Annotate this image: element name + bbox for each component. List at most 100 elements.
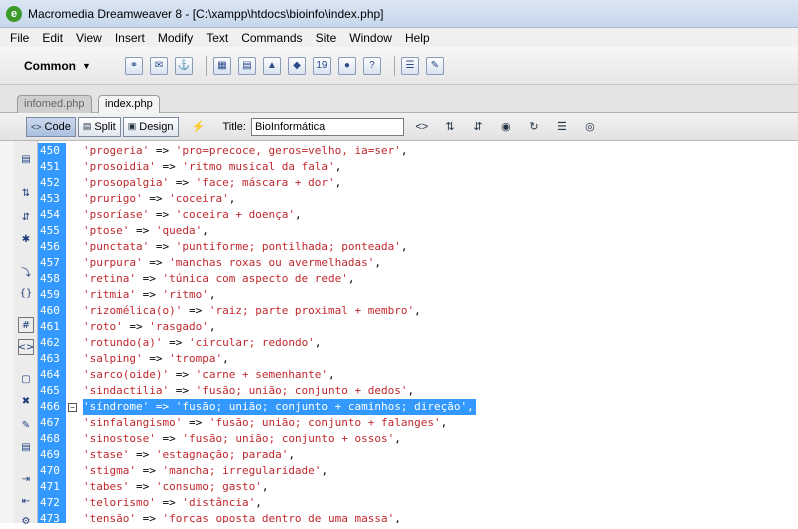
chevron-down-icon[interactable]: ▼ (82, 61, 91, 71)
insert-bar: Common ▼ ⚭ ✉ ⚓ ▦ ▤ ▲ ◆ 19 ● ? ☰ ✎ (0, 47, 798, 85)
menu-modify[interactable]: Modify (158, 31, 193, 45)
collapse-icon[interactable]: − (68, 403, 77, 412)
no-browser-check-errors-icon[interactable]: <> (412, 118, 432, 136)
file-management-icon[interactable]: ⇅ (440, 118, 460, 136)
date-icon[interactable]: 19 (312, 56, 331, 75)
code-text: 'salping' => 'trompa', (83, 351, 229, 367)
menu-window[interactable]: Window (349, 31, 392, 45)
layer-icon[interactable]: ▤ (237, 56, 256, 75)
menu-edit[interactable]: Edit (42, 31, 63, 45)
code-line[interactable]: 459 'ritmia' => 'ritmo', (38, 287, 798, 303)
menu-site[interactable]: Site (316, 31, 337, 45)
templates-icon[interactable]: ☰ (400, 56, 419, 75)
code-line[interactable]: 465 'sindactilia' => 'fusão; união; conju… (38, 383, 798, 399)
document-tab-strip: infomed.php index.php (0, 85, 798, 113)
code-line[interactable]: 462 'rotundo(a)' => 'circular; redondo', (38, 335, 798, 351)
tab-infomed[interactable]: infomed.php (17, 95, 92, 113)
wrap-tag-icon[interactable]: ✎ (18, 417, 34, 433)
code-text: 'sinostose' => 'fusão; união; conjunto +… (83, 431, 401, 447)
array-key: 'prosoidia' (83, 160, 156, 173)
code-text: 'sinfalangismo' => 'fusão; união; conjun… (83, 415, 447, 431)
select-parent-tag-icon[interactable]: ⤵ (18, 263, 34, 279)
comma: , (440, 416, 448, 429)
array-value: 'queda' (155, 224, 203, 237)
code-line[interactable]: 458 'retina' => 'túnica com aspecto de re… (38, 271, 798, 287)
code-line[interactable]: 472 'telorismo' => 'distância', (38, 495, 798, 511)
open-documents-icon[interactable]: ▤ (18, 151, 34, 167)
code-line[interactable]: 454 'psoríase' => 'coceira + doença', (38, 207, 798, 223)
code-line[interactable]: 468 'sinostose' => 'fusão; união; conjunt… (38, 431, 798, 447)
menu-view[interactable]: View (76, 31, 102, 45)
apply-comment-icon[interactable]: ▢ (18, 371, 34, 387)
outdent-code-icon[interactable]: ⇤ (18, 493, 34, 509)
code-text: 'psoríase' => 'coceira + doença', (83, 207, 302, 223)
sync-icon[interactable]: ⇵ (468, 118, 488, 136)
code-view-button[interactable]: <> Code (26, 116, 76, 137)
design-view-button[interactable]: ▣ Design (122, 116, 179, 137)
recent-snippets-icon[interactable]: ▤ (18, 439, 34, 455)
array-key: 'rizomélica(o)' (83, 304, 183, 317)
code-line[interactable]: 464 'sarco(oide)' => 'carne + semenhante'… (38, 367, 798, 383)
tag-chooser-icon[interactable]: ✎ (425, 56, 444, 75)
code-line[interactable]: 451 'prosoidia' => 'ritmo musical da fala… (38, 159, 798, 175)
line-number: 469 (38, 447, 66, 463)
insert-category-dropdown[interactable]: Common (24, 59, 76, 73)
arrow-operator: => (122, 320, 150, 333)
code-line[interactable]: 450 'progeria' => 'pro=precoce, geros=vel… (38, 143, 798, 159)
arrow-operator: => (182, 416, 209, 429)
code-line[interactable]: 470 'stigma' => 'mancha; irregularidade', (38, 463, 798, 479)
code-line[interactable]: 461 'roto' => 'rasgado', (38, 319, 798, 335)
code-line[interactable]: 455 'ptose' => 'queda', (38, 223, 798, 239)
code-line[interactable]: 463 'salping' => 'trompa', (38, 351, 798, 367)
array-key: 'roto' (83, 320, 123, 333)
split-view-button[interactable]: ▤ Split (77, 116, 121, 137)
live-data-icon[interactable]: ⚡ (189, 118, 209, 136)
code-line[interactable]: 466−'síndrome' => 'fusão; união; conjunt… (38, 399, 798, 415)
code-line[interactable]: 452 'prosopalgia' => 'face; máscara + dor… (38, 175, 798, 191)
refresh-icon[interactable]: ↻ (524, 118, 544, 136)
image-icon[interactable]: ▲ (262, 56, 281, 75)
code-line[interactable]: 460 'rizomélica(o)' => 'raiz; parte proxi… (38, 303, 798, 319)
collapse-selection-icon[interactable]: ⇵ (18, 209, 34, 225)
code-line[interactable]: 457 'purpura' => 'manchas roxas ou averme… (38, 255, 798, 271)
menu-text[interactable]: Text (206, 31, 228, 45)
title-input[interactable] (250, 117, 404, 136)
collapse-full-tag-icon[interactable]: ⇅ (18, 185, 34, 201)
code-line[interactable]: 453 'prurigo' => 'coceira', (38, 191, 798, 207)
comment-icon[interactable]: ? (362, 56, 381, 75)
server-side-include-icon[interactable]: ● (337, 56, 356, 75)
visual-aids-icon[interactable]: ◎ (580, 118, 600, 136)
line-number: 470 (38, 463, 66, 479)
array-value: 'face; máscara + dor' (195, 176, 335, 189)
preview-in-browser-icon[interactable]: ◉ (496, 118, 516, 136)
code-line[interactable]: 471 'tabes' => 'consumo; gasto', (38, 479, 798, 495)
code-line[interactable]: 473 'tensão' => 'forças oposta dentro de … (38, 511, 798, 523)
comma: , (294, 208, 302, 221)
balance-braces-icon[interactable]: {} (18, 285, 34, 301)
menu-insert[interactable]: Insert (115, 31, 145, 45)
code-line[interactable]: 467 'sinfalangismo' => 'fusão; união; con… (38, 415, 798, 431)
view-options-icon[interactable]: ☰ (552, 118, 572, 136)
table-icon[interactable]: ▦ (212, 56, 231, 75)
named-anchor-icon[interactable]: ⚓ (174, 56, 193, 75)
code-text: 'stase' => 'estagnação; parada', (83, 447, 295, 463)
code-line[interactable]: 456 'punctata' => 'puntiforme; pontilhada… (38, 239, 798, 255)
highlight-invalid-code-icon[interactable]: <> (18, 339, 34, 355)
tab-index[interactable]: index.php (98, 95, 160, 113)
indent-code-icon[interactable]: ⇥ (18, 471, 34, 487)
media-icon[interactable]: ◆ (287, 56, 306, 75)
expand-all-icon[interactable]: ✱ (18, 231, 34, 247)
email-link-icon[interactable]: ✉ (149, 56, 168, 75)
remove-comment-icon[interactable]: ✖ (18, 393, 34, 409)
menu-file[interactable]: File (10, 31, 29, 45)
hyperlink-icon[interactable]: ⚭ (124, 56, 143, 75)
format-source-icon[interactable]: ⚙ (18, 513, 34, 529)
code-text: 'sarco(oide)' => 'carne + semenhante', (83, 367, 335, 383)
code-line[interactable]: 469 'stase' => 'estagnação; parada', (38, 447, 798, 463)
code-editor[interactable]: 450 'progeria' => 'pro=precoce, geros=vel… (38, 141, 798, 523)
code-text: 'stigma' => 'mancha; irregularidade', (83, 463, 328, 479)
array-key: 'sinfalangismo' (83, 416, 183, 429)
menu-commands[interactable]: Commands (241, 31, 302, 45)
line-numbers-icon[interactable]: # (18, 317, 34, 333)
menu-help[interactable]: Help (405, 31, 430, 45)
